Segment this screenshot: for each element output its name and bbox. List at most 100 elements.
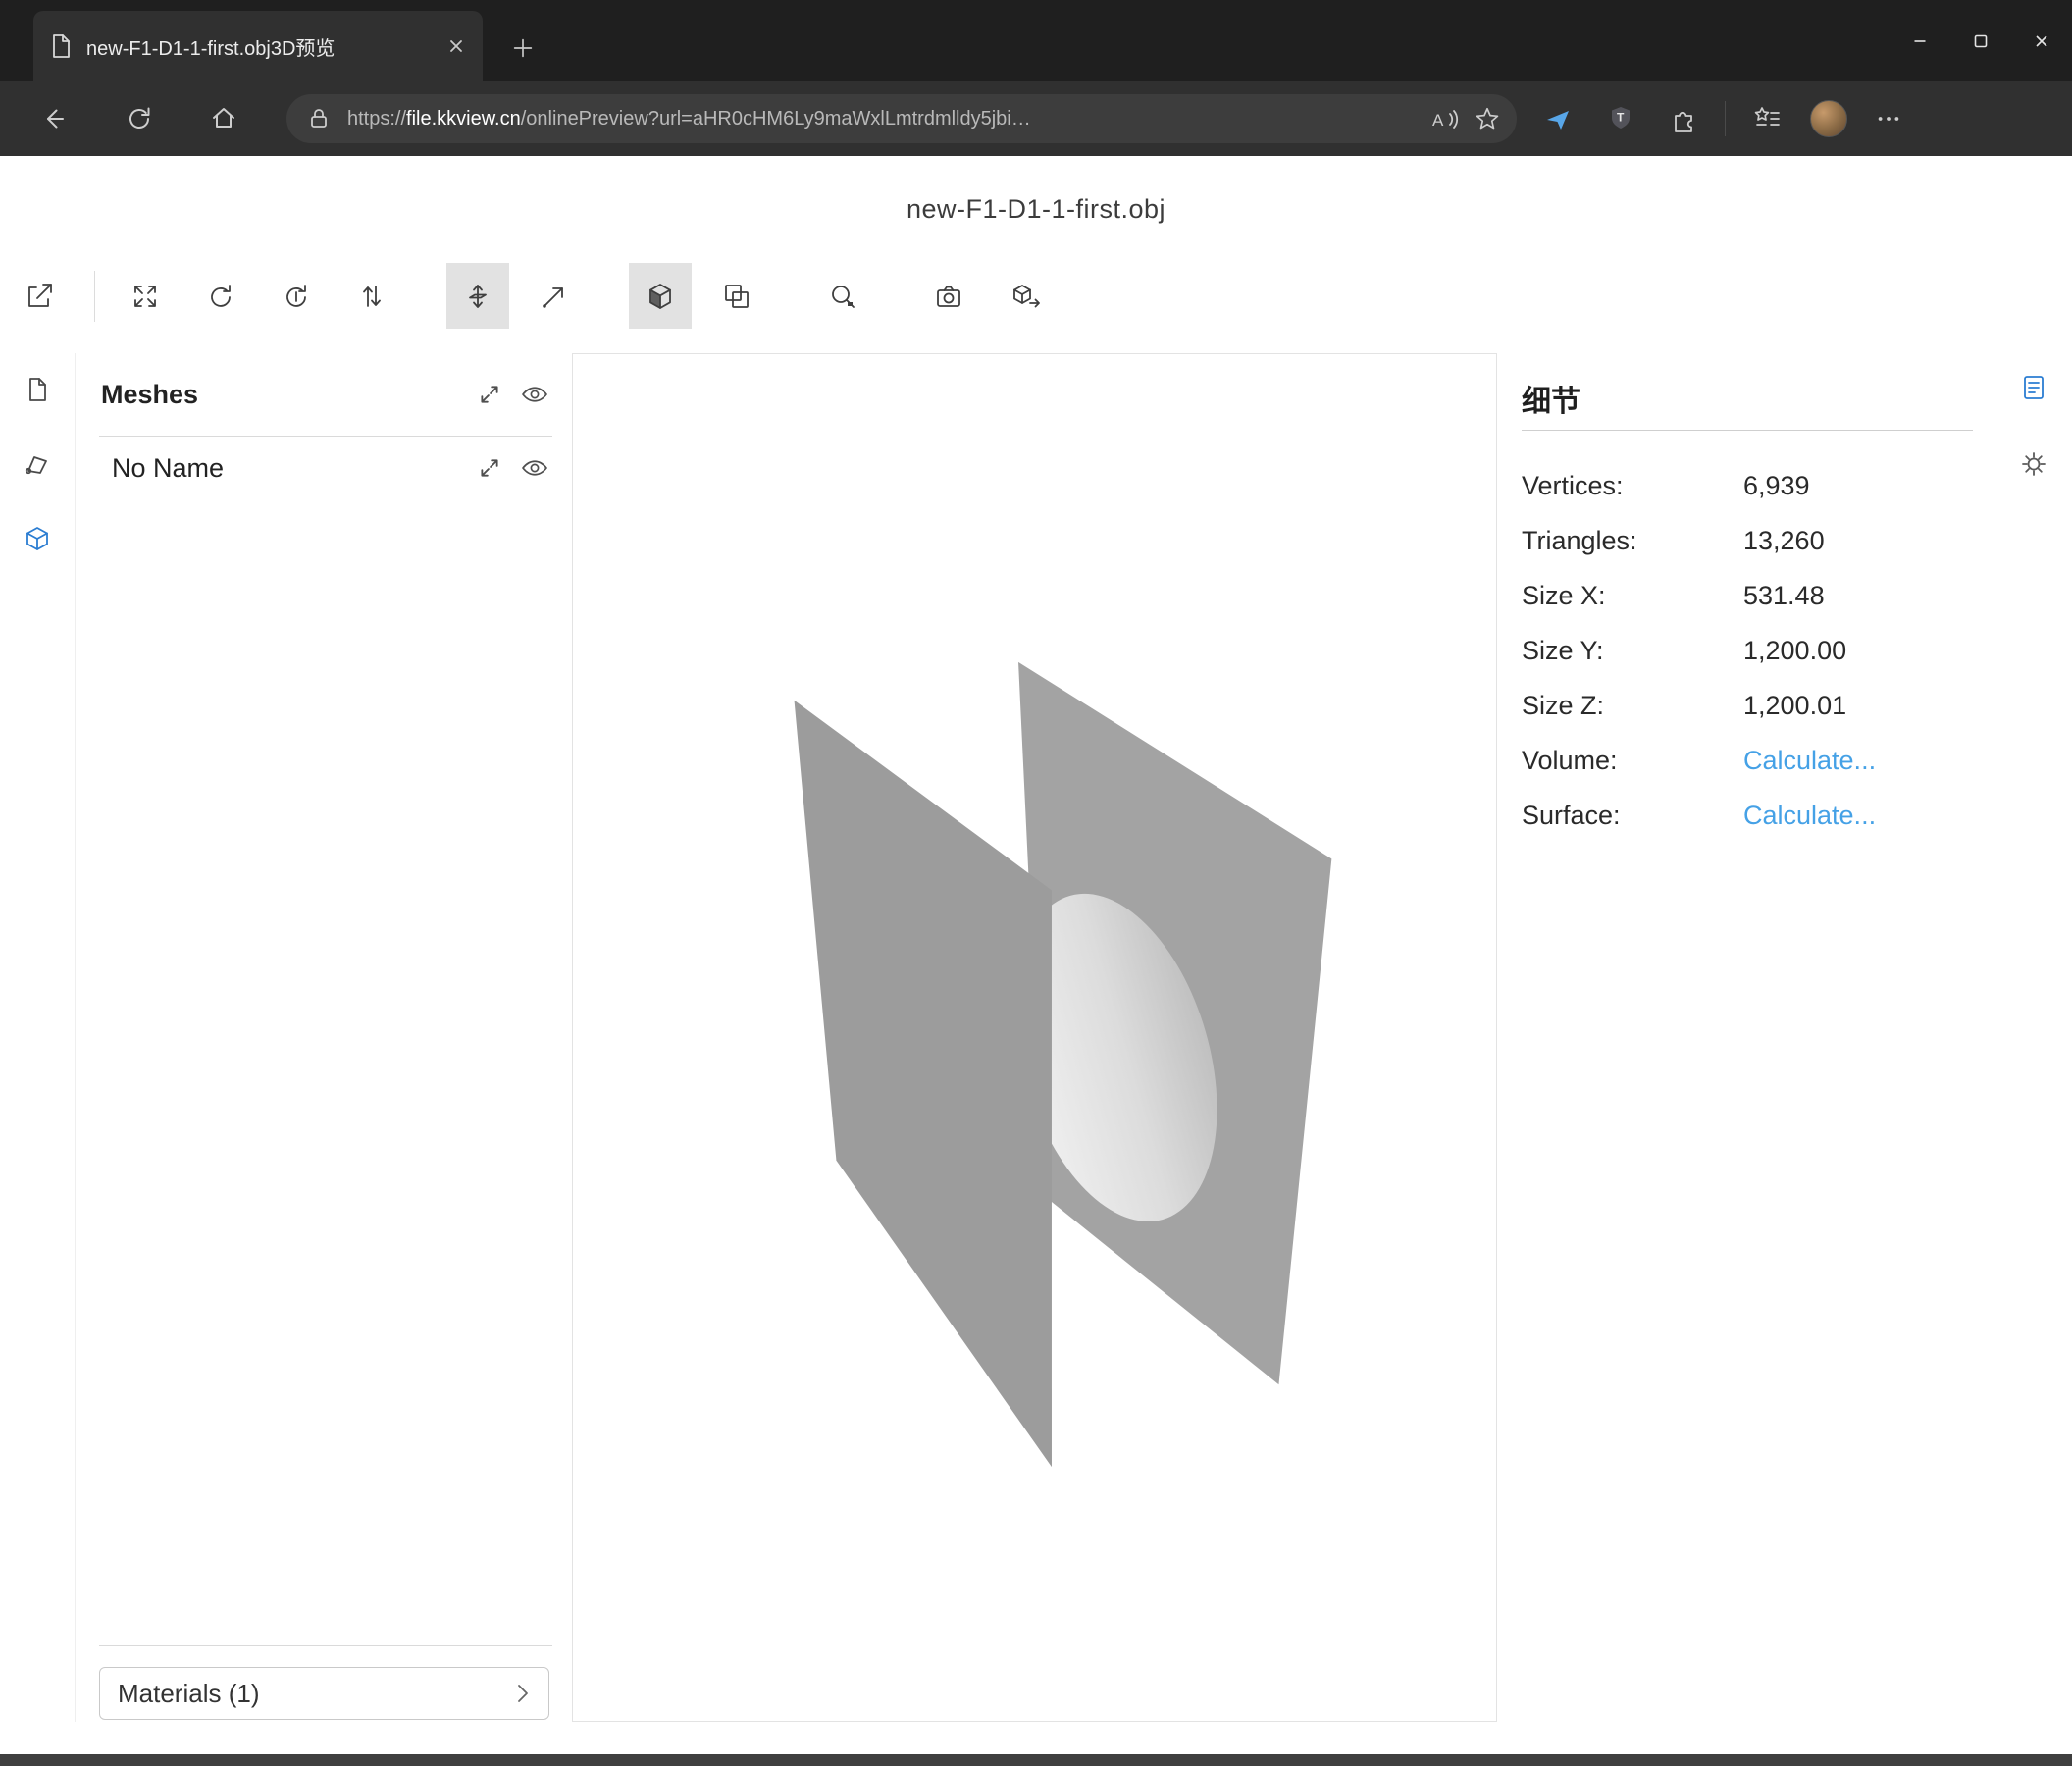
materials-button[interactable]: Materials (1) bbox=[99, 1667, 549, 1720]
move-axis-icon bbox=[463, 282, 492, 311]
home-button[interactable] bbox=[196, 91, 251, 146]
page-content: new-F1-D1-1-first.obj bbox=[0, 156, 2072, 1766]
rotate-axis-icon bbox=[282, 282, 311, 311]
export-model-button[interactable] bbox=[995, 263, 1058, 329]
gear-icon bbox=[2019, 449, 2048, 479]
flip-vertical-button[interactable] bbox=[340, 263, 403, 329]
tab-close-button[interactable] bbox=[440, 29, 473, 63]
url-bar[interactable]: https://file.kkview.cn/onlinePreview?url… bbox=[286, 94, 1517, 143]
file-info-button[interactable] bbox=[16, 368, 59, 411]
new-tab-button[interactable] bbox=[502, 27, 544, 69]
cube-icon bbox=[23, 525, 52, 554]
rotate-vertical-button[interactable] bbox=[265, 263, 328, 329]
open-file-icon bbox=[25, 282, 54, 311]
open-model-button[interactable] bbox=[8, 263, 71, 329]
viewport-3d[interactable] bbox=[572, 353, 1497, 1722]
favorites-bar-button[interactable] bbox=[1745, 97, 1788, 140]
move-tool-button[interactable] bbox=[446, 263, 509, 329]
export-cube-icon bbox=[1011, 282, 1041, 311]
more-menu-button[interactable] bbox=[1867, 97, 1910, 140]
details-row-size-z: Size Z: 1,200.01 bbox=[1522, 678, 1973, 733]
model-mode-button[interactable] bbox=[16, 518, 59, 561]
screenshot-button[interactable] bbox=[917, 263, 980, 329]
plane-left bbox=[795, 701, 1052, 1467]
mesh-item[interactable]: No Name bbox=[99, 437, 552, 499]
tab-title: new-F1-D1-1-first.obj3D预览 bbox=[86, 32, 440, 61]
shield-extension-icon: T bbox=[1606, 104, 1635, 133]
maximize-button[interactable] bbox=[1950, 0, 2011, 81]
home-icon bbox=[209, 104, 238, 133]
back-arrow-icon bbox=[40, 104, 70, 133]
meshes-visibility-button[interactable] bbox=[517, 377, 552, 412]
minimize-icon bbox=[1912, 33, 1928, 49]
browser-tab[interactable]: new-F1-D1-1-first.obj3D预览 bbox=[33, 11, 483, 81]
meshes-panel: Meshes No Name bbox=[77, 353, 572, 1722]
favorite-star-button[interactable] bbox=[1466, 97, 1509, 140]
right-rail bbox=[1995, 353, 2072, 1722]
details-panel-button[interactable] bbox=[2012, 366, 2055, 409]
model-render bbox=[573, 354, 1496, 1721]
svg-text:A: A bbox=[1432, 111, 1444, 130]
meshes-title: Meshes bbox=[101, 380, 462, 410]
row-label: Triangles: bbox=[1522, 526, 1743, 556]
blue-extension-icon bbox=[1543, 104, 1573, 133]
orthographic-view-button[interactable] bbox=[705, 263, 768, 329]
details-panel: 细节 Vertices: 6,939 Triangles: 13,260 Siz… bbox=[1522, 353, 1973, 843]
plus-icon bbox=[510, 35, 536, 61]
zoom-tool-button[interactable] bbox=[811, 263, 874, 329]
row-value: 13,260 bbox=[1743, 526, 1825, 556]
url-text[interactable]: https://file.kkview.cn/onlinePreview?url… bbox=[347, 108, 1423, 130]
close-window-button[interactable] bbox=[2011, 0, 2072, 81]
cube-half-icon bbox=[646, 282, 675, 311]
details-row-triangles: Triangles: 13,260 bbox=[1522, 513, 1973, 568]
surface-calculate-link[interactable]: Calculate... bbox=[1743, 801, 1876, 831]
panel-divider bbox=[99, 1645, 552, 1646]
row-value: 6,939 bbox=[1743, 471, 1810, 501]
row-label: Surface: bbox=[1522, 801, 1743, 831]
row-label: Volume: bbox=[1522, 746, 1743, 776]
refresh-icon bbox=[125, 104, 154, 133]
puzzle-icon bbox=[1669, 104, 1698, 133]
read-aloud-button[interactable]: A bbox=[1423, 97, 1466, 140]
details-list-icon bbox=[2019, 373, 2048, 402]
overlapping-squares-icon bbox=[722, 282, 751, 311]
rotate-icon bbox=[206, 282, 235, 311]
minimize-button[interactable] bbox=[1890, 0, 1950, 81]
perspective-view-button[interactable] bbox=[629, 263, 692, 329]
mesh-visibility-button[interactable] bbox=[517, 450, 552, 486]
extensions-button[interactable] bbox=[1662, 97, 1705, 140]
details-row-size-x: Size X: 531.48 bbox=[1522, 568, 1973, 623]
settings-button[interactable] bbox=[2012, 442, 2055, 486]
details-row-size-y: Size Y: 1,200.00 bbox=[1522, 623, 1973, 678]
meshes-header: Meshes bbox=[99, 353, 552, 437]
refresh-button[interactable] bbox=[112, 91, 167, 146]
row-label: Vertices: bbox=[1522, 471, 1743, 501]
close-icon bbox=[447, 37, 465, 55]
materials-mode-button[interactable] bbox=[16, 443, 59, 487]
bottom-bar bbox=[0, 1754, 2072, 1766]
back-button[interactable] bbox=[27, 91, 82, 146]
row-label: Size Z: bbox=[1522, 691, 1743, 721]
fit-view-button[interactable] bbox=[114, 263, 177, 329]
row-value: 1,200.01 bbox=[1743, 691, 1846, 721]
shield-extension-button[interactable]: T bbox=[1599, 97, 1642, 140]
row-value: 531.48 bbox=[1743, 581, 1825, 611]
measure-line-button[interactable] bbox=[523, 263, 586, 329]
meshes-expand-button[interactable] bbox=[472, 377, 507, 412]
blue-extension-button[interactable] bbox=[1536, 97, 1580, 140]
mesh-item-name: No Name bbox=[112, 453, 462, 484]
volume-calculate-link[interactable]: Calculate... bbox=[1743, 746, 1876, 776]
swap-vertical-icon bbox=[357, 282, 387, 311]
tab-favicon-document-icon bbox=[49, 33, 73, 59]
svg-text:T: T bbox=[1617, 111, 1625, 125]
close-icon bbox=[2034, 33, 2049, 49]
lock-icon[interactable] bbox=[306, 106, 332, 131]
url-path: /onlinePreview?url=aHR0cHM6Ly9maWxlLmtrd… bbox=[521, 108, 1031, 130]
rotate-horizontal-button[interactable] bbox=[189, 263, 252, 329]
viewer-toolbar bbox=[0, 263, 2072, 329]
fit-screen-icon bbox=[130, 282, 160, 311]
profile-avatar[interactable] bbox=[1810, 100, 1847, 137]
mesh-expand-button[interactable] bbox=[472, 450, 507, 486]
magnifier-icon bbox=[828, 282, 857, 311]
camera-icon bbox=[934, 282, 963, 311]
